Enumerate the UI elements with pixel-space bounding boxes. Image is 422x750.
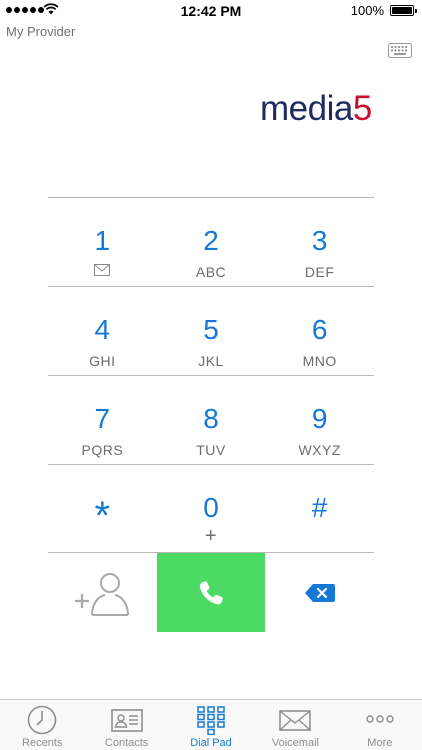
- key-digit: 4: [94, 314, 111, 345]
- tab-label: More: [367, 737, 393, 749]
- call-button[interactable]: [156, 553, 266, 632]
- envelope-icon: [279, 710, 312, 731]
- key-3[interactable]: 3 DEF: [265, 198, 374, 286]
- dial-pad-icon: [197, 706, 225, 735]
- key-letters: MNO: [302, 353, 337, 369]
- tab-dial-pad[interactable]: Dial Pad: [169, 700, 253, 750]
- key-digit: 6: [311, 314, 328, 345]
- keypad-row: 1 2 ABC 3 DEF: [48, 197, 374, 286]
- keypad-row: 7 PQRS 8 TUV 9 WXYZ: [48, 375, 374, 464]
- key-1[interactable]: 1: [48, 198, 157, 286]
- voicemail-envelope-icon: [94, 264, 111, 276]
- battery-percent: 100%: [350, 3, 384, 18]
- tab-bar: Recents Contacts Dial Pad Voicemail More: [0, 699, 422, 750]
- key-digit: 0: [203, 492, 219, 523]
- key-digit: 8: [203, 403, 219, 434]
- key-digit: *: [94, 494, 111, 538]
- tab-label: Voicemail: [271, 737, 319, 749]
- dial-pad: 1 2 ABC 3 DEF 4 GHI 5 JKL 6 MNO 7 PQRS 8…: [48, 197, 374, 553]
- key-letters: ABC: [195, 264, 227, 280]
- tab-label: Recents: [22, 737, 63, 749]
- key-star[interactable]: *: [48, 465, 157, 552]
- key-digit: 2: [203, 225, 219, 256]
- tab-label: Contacts: [104, 737, 149, 749]
- key-8[interactable]: 8 TUV: [157, 376, 266, 464]
- key-letters: PQRS: [81, 442, 124, 458]
- tab-recents[interactable]: Recents: [0, 700, 84, 750]
- key-letters: JKL: [198, 353, 224, 369]
- clock-icon: [27, 705, 57, 735]
- key-7[interactable]: 7 PQRS: [48, 376, 157, 464]
- key-letters: TUV: [196, 442, 226, 458]
- key-4[interactable]: 4 GHI: [48, 287, 157, 375]
- keypad-row: 4 GHI 5 JKL 6 MNO: [48, 286, 374, 375]
- tab-label: Dial Pad: [190, 737, 232, 749]
- key-6[interactable]: 6 MNO: [265, 287, 374, 375]
- key-digit: 7: [94, 403, 111, 434]
- key-letters: WXYZ: [298, 442, 341, 458]
- key-hash[interactable]: #: [265, 465, 374, 552]
- status-bar: 12:42 PM 100%: [0, 0, 422, 22]
- key-2[interactable]: 2 ABC: [157, 198, 266, 286]
- provider-name: My Provider: [6, 24, 76, 39]
- key-9[interactable]: 9 WXYZ: [265, 376, 374, 464]
- backspace-icon: [304, 583, 335, 602]
- key-letters: DEF: [304, 264, 335, 280]
- tab-voicemail[interactable]: Voicemail: [253, 700, 337, 750]
- key-5[interactable]: 5 JKL: [157, 287, 266, 375]
- more-dots-icon: [366, 715, 394, 723]
- add-contact-icon: [75, 572, 130, 616]
- dial-actions: [48, 553, 374, 632]
- key-digit: 3: [311, 225, 328, 256]
- backspace-button[interactable]: [265, 553, 374, 632]
- tab-more[interactable]: More: [338, 700, 422, 750]
- key-digit: 1: [94, 225, 111, 256]
- phone-icon: [199, 580, 223, 604]
- contact-card-icon: [110, 709, 143, 732]
- key-digit: #: [311, 492, 328, 523]
- logo-number: 5: [352, 92, 372, 126]
- key-0[interactable]: 0 +: [157, 465, 266, 552]
- key-digit: 9: [311, 403, 328, 434]
- logo-text: media: [260, 92, 353, 126]
- tab-contacts[interactable]: Contacts: [84, 700, 168, 750]
- keyboard-icon[interactable]: [388, 43, 412, 58]
- keypad-row: * 0 + #: [48, 464, 374, 553]
- key-letters: GHI: [89, 353, 116, 369]
- key-digit: 5: [203, 314, 219, 345]
- add-contact-button[interactable]: [48, 553, 157, 632]
- key-letters: +: [204, 525, 218, 547]
- battery-icon: [390, 5, 417, 16]
- media5-logo: media5: [260, 92, 412, 126]
